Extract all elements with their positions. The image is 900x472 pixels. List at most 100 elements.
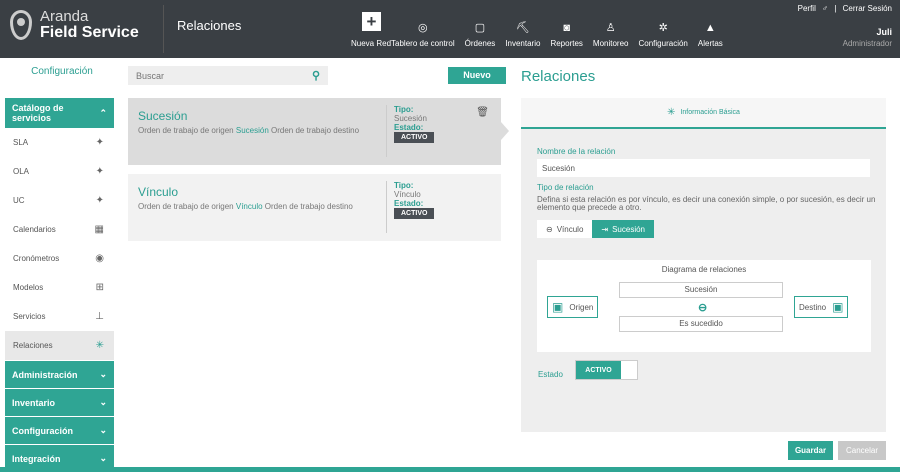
relations-icon: ✳: [667, 107, 676, 118]
status-label: Estado:: [394, 123, 424, 132]
nav-label: Reportes: [550, 39, 583, 48]
nav-orders[interactable]: ▢ Órdenes: [460, 6, 501, 52]
bell-icon: ▲: [704, 22, 716, 34]
search-icon[interactable]: ⚲: [312, 69, 320, 82]
type-label: Tipo de relación: [537, 183, 594, 192]
reports-icon: ◙: [563, 22, 571, 34]
sidebar-group-label: Integración: [12, 453, 61, 464]
sidebar-item-label: UC: [13, 196, 25, 205]
type-label: Tipo:: [394, 105, 414, 114]
profile-link[interactable]: Perfil: [798, 4, 816, 13]
brand-line2: Field Service: [40, 24, 139, 41]
dashboard-icon: ◎: [418, 22, 428, 34]
window-icon: ▣: [552, 300, 564, 314]
sidebar-group-configuration[interactable]: Configuración ⌄: [5, 416, 114, 444]
relations-diagram: Diagrama de relaciones Sucesión Es suced…: [537, 260, 871, 352]
search-input[interactable]: [136, 70, 312, 81]
relation-type-toggle: ⊖ Vínculo ⇥ Sucesión: [537, 220, 655, 238]
separator: |: [834, 4, 837, 13]
sidebar-group-label: Inventario: [12, 397, 56, 408]
name-label: Nombre de la relación: [537, 147, 616, 156]
diagram-title: Diagrama de relaciones: [661, 265, 747, 274]
nav-label: Órdenes: [464, 39, 496, 48]
save-button[interactable]: Guardar: [788, 441, 833, 460]
type-value: Vínculo: [394, 190, 421, 199]
type-value: Sucesión: [394, 114, 427, 123]
inventory-icon: ⛏: [515, 22, 530, 34]
selection-arrow: [501, 122, 509, 140]
list-item[interactable]: Vínculo Orden de trabajo de origen Víncu…: [128, 174, 501, 241]
brand-logo[interactable]: Aranda Field Service: [10, 9, 139, 41]
type-help-text: Defina si esta relación es por vínculo, …: [537, 195, 876, 212]
nav-new-network[interactable]: Nueva Red: [346, 6, 391, 52]
sidebar-item-label: Relaciones: [13, 341, 53, 350]
sidebar-item-sla[interactable]: SLA ✦: [5, 128, 114, 157]
brand-line1: Aranda: [40, 8, 89, 25]
nav-label: Alertas: [697, 39, 723, 48]
chevron-down-icon: ⌄: [99, 397, 107, 407]
user-panel: Perfil ♂ | Cerrar Sesión Juli Administra…: [794, 4, 892, 48]
sidebar-item-timers[interactable]: Cronómetros ◉: [5, 244, 114, 273]
sidebar-item-services[interactable]: Servicios ⊥: [5, 302, 114, 331]
nav-settings[interactable]: ✲ Configuración: [634, 6, 693, 52]
new-button[interactable]: Nuevo: [448, 67, 506, 84]
nav-reports[interactable]: ◙ Reportes: [545, 6, 587, 52]
relations-icon: ✳: [95, 340, 104, 351]
nav-dashboard[interactable]: ◎ Tablero de control: [391, 6, 460, 52]
succession-icon: ⇥: [601, 224, 609, 234]
nav-inventory[interactable]: ⛏ Inventario: [500, 6, 545, 52]
item-title: Vínculo: [138, 185, 179, 199]
status-toggle[interactable]: ACTIVO: [575, 360, 638, 380]
chevron-down-icon: ⌄: [99, 369, 107, 379]
link-icon: ⊖: [546, 224, 553, 234]
type-option-sucesion[interactable]: ⇥ Sucesión: [592, 220, 655, 238]
node-label: Origen: [569, 302, 594, 312]
nav-monitor[interactable]: ♙ Monitoreo: [588, 6, 634, 52]
sidebar-item-label: Cronómetros: [13, 254, 60, 263]
sidebar-item-label: Modelos: [13, 283, 44, 292]
handshake-icon: ✦: [95, 195, 104, 206]
sidebar-title: Configuración: [31, 66, 93, 77]
nav-label: Inventario: [505, 39, 541, 48]
logout-link[interactable]: Cerrar Sesión: [843, 4, 892, 13]
orders-icon: ▢: [474, 22, 486, 34]
chevron-up-icon: ⌃: [99, 107, 107, 118]
models-icon: ⊞: [95, 282, 104, 293]
sidebar: Catálogo de servicios ⌃ SLA ✦ OLA ✦ UC ✦…: [5, 98, 114, 472]
sidebar-item-label: Servicios: [13, 312, 46, 321]
sidebar-group-catalog[interactable]: Catálogo de servicios ⌃: [5, 98, 114, 128]
sidebar-item-models[interactable]: Modelos ⊞: [5, 273, 114, 302]
diagram-origin: ▣ Origen: [547, 296, 599, 318]
cancel-button[interactable]: Cancelar: [838, 441, 886, 460]
tab-basic-info[interactable]: ✳ Información Básica: [521, 98, 886, 129]
profile-icon: ♂: [822, 4, 829, 13]
type-option-vinculo[interactable]: ⊖ Vínculo: [537, 220, 593, 238]
nav-label: Tablero de control: [391, 39, 455, 48]
item-title: Sucesión: [138, 109, 188, 123]
list-item[interactable]: Sucesión Orden de trabajo de origen Suce…: [128, 98, 509, 165]
item-description: Orden de trabajo de origen Sucesión Orde…: [138, 126, 491, 135]
desc-part: Orden de trabajo destino: [264, 202, 353, 211]
toggle-on-label: ACTIVO: [576, 361, 621, 379]
option-label: Vínculo: [556, 224, 584, 234]
trash-icon[interactable]: 🗑: [476, 107, 489, 118]
calendar-icon: ▦: [94, 224, 104, 235]
sidebar-group-inventory[interactable]: Inventario ⌄: [5, 388, 114, 416]
relation-name-input[interactable]: [537, 159, 870, 177]
nav-alerts[interactable]: ▲ Alertas: [693, 6, 728, 52]
sidebar-item-uc[interactable]: UC ✦: [5, 186, 114, 215]
nav-label: Nueva Red: [351, 39, 392, 48]
item-meta: Tipo: Sucesión Estado: ACTIVO: [386, 105, 435, 157]
item-meta: Tipo: Vínculo Estado: ACTIVO: [386, 181, 435, 233]
sidebar-item-calendars[interactable]: Calendarios ▦: [5, 215, 114, 244]
nav-label: Configuración: [638, 39, 688, 48]
sidebar-item-relations[interactable]: Relaciones ✳: [5, 331, 114, 360]
handshake-icon: ✦: [95, 166, 104, 177]
sidebar-item-label: OLA: [13, 167, 30, 176]
monitor-icon: ♙: [605, 22, 616, 34]
desc-part: Orden de trabajo destino: [271, 126, 360, 135]
sidebar-item-ola[interactable]: OLA ✦: [5, 157, 114, 186]
diagram-destination: Destino ▣: [794, 296, 849, 318]
sidebar-group-administration[interactable]: Administración ⌄: [5, 360, 114, 388]
desc-highlight: Sucesión: [235, 126, 269, 135]
